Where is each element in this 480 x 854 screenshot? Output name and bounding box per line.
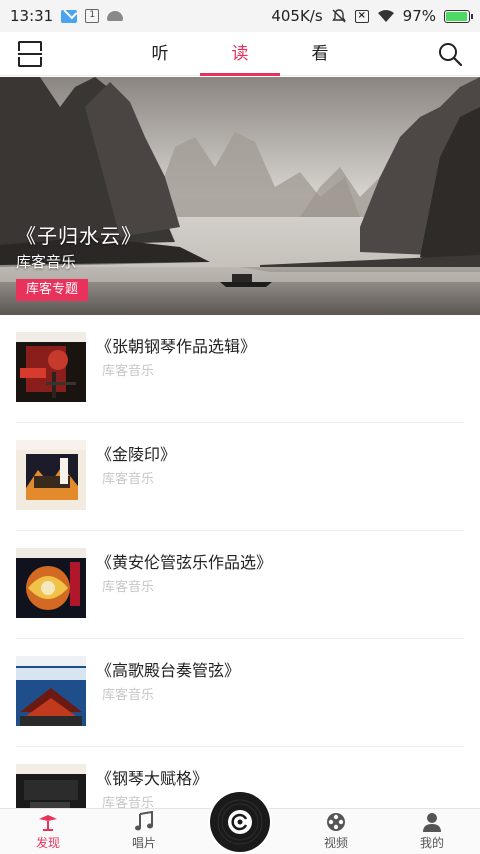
status-time: 13:31 [10,7,54,25]
tab-listen[interactable]: 听 [120,32,200,76]
album-cover [16,332,86,402]
nav-video[interactable]: 视频 [288,809,384,854]
menu-icon[interactable] [18,41,42,67]
nav-discover[interactable]: 发现 [0,809,96,854]
nav-albums[interactable]: 唱片 [96,809,192,854]
wifi-icon [377,10,394,22]
album-title: 《黄安伦管弦乐作品选》 [96,553,273,572]
album-cover [16,656,86,726]
battery-percent: 97% [402,7,436,25]
album-title: 《张朝钢琴作品选辑》 [96,337,257,356]
album-cover [16,440,86,510]
album-title: 《金陵印》 [96,445,177,464]
featured-banner[interactable]: 《子归水云》 库客音乐 库客专题 [0,77,480,315]
banner-title: 《子归水云》 [16,224,142,248]
user-icon [423,813,441,832]
search-icon[interactable] [438,42,462,66]
player-button[interactable] [210,792,270,852]
nav-profile[interactable]: 我的 [384,809,480,854]
album-list-item[interactable]: 《黄安伦管弦乐作品选》 库客音乐 [16,531,464,639]
nav-profile-label: 我的 [419,836,444,850]
mail-icon [61,9,78,23]
music-note-icon [135,811,153,831]
film-reel-icon [327,813,345,831]
album-list-item[interactable]: 《高歌殿台奏管弦》 库客音乐 [16,639,464,747]
album-artist: 库客音乐 [102,580,155,595]
status-bar: 13:31 1 405K/s × 97% [0,0,480,32]
calendar-icon: 1 [85,9,100,23]
vinyl-player-icon [211,793,269,851]
album-cover [16,548,86,618]
discover-icon [39,815,57,831]
album-title: 《钢琴大赋格》 [96,769,209,788]
album-artist: 库客音乐 [102,472,155,487]
tab-watch[interactable]: 看 [280,32,360,76]
album-title: 《高歌殿台奏管弦》 [96,661,241,680]
nav-video-label: 视频 [323,836,348,850]
album-artist: 库客音乐 [102,796,155,808]
android-icon [107,11,124,21]
album-artist: 库客音乐 [102,688,155,703]
album-list-item[interactable]: 《金陵印》 库客音乐 [16,423,464,531]
album-cover [16,764,86,808]
bell-off-icon [331,9,346,23]
active-tab-indicator [200,73,280,76]
album-list-item[interactable]: 《张朝钢琴作品选辑》 库客音乐 [16,315,464,423]
top-nav: 听 读 看 [0,32,480,76]
tab-read-label: 读 [231,44,249,64]
album-list: 《张朝钢琴作品选辑》 库客音乐 《金陵印》 库客音乐 《黄安伦管弦乐作品选》 库… [0,315,480,808]
banner-subtitle: 库客音乐 [16,253,77,271]
banner-badge[interactable]: 库客专题 [16,279,89,301]
tab-read[interactable]: 读 [200,32,280,76]
album-artist: 库客音乐 [102,364,155,379]
nav-albums-label: 唱片 [131,836,156,850]
x-box-icon: × [354,9,369,23]
nav-discover-label: 发现 [35,836,60,850]
battery-icon [444,9,473,23]
network-speed: 405K/s [271,7,323,25]
